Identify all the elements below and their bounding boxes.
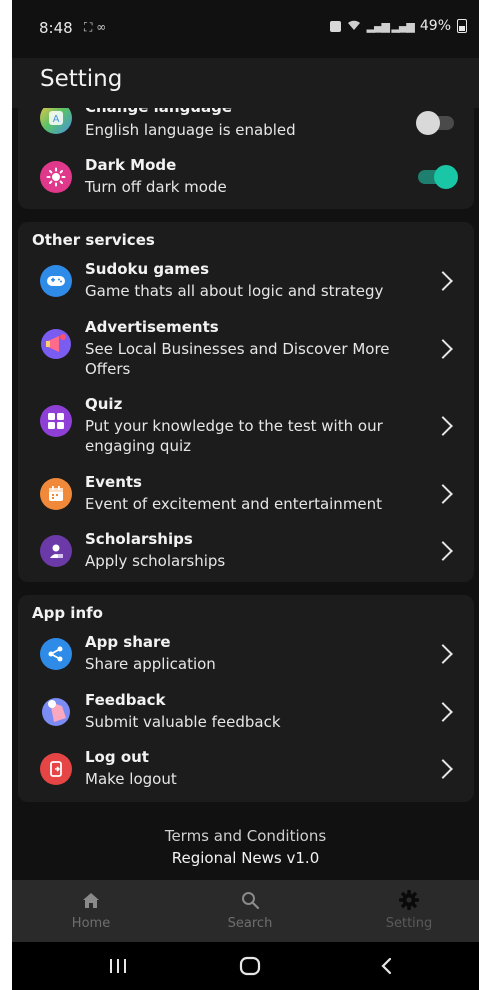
quiz-icon [40,405,72,437]
advertisements-row[interactable]: Advertisements See Local Businesses and … [18,318,474,386]
gamepad-icon [40,265,72,297]
app-version: Regional News v1.0 [171,849,320,867]
home-button[interactable] [238,954,262,978]
app-share-row[interactable]: App share Share application [18,633,474,683]
nav-home[interactable]: Home [41,888,141,931]
other-services-heading: Other services [32,231,155,249]
chevron-right-icon [433,644,453,664]
sun-icon [40,161,72,193]
scholarships-title: Scholarships [85,530,193,548]
feedback-title: Feedback [85,691,166,709]
other-services-card: Other services Sudoku games Game thats a… [18,222,474,582]
notification-icons: ⛶ ∞ [84,20,107,34]
settings-list[interactable]: A Change language English language is en… [12,108,479,880]
sudoku-subtitle: Game thats all about logic and strategy [85,282,384,300]
share-icon [40,638,72,670]
signal-icon: ▂▄▆ ▂▄▆ [366,19,415,33]
language-toggle[interactable] [416,111,454,135]
quiz-subtitle: Put your knowledge to the test with our … [85,417,383,455]
nav-setting[interactable]: Setting [359,888,459,931]
terms-link[interactable]: Terms and Conditions [12,827,479,845]
logout-row[interactable]: Log out Make logout [18,748,474,798]
events-row[interactable]: Events Event of excitement and entertain… [18,473,474,523]
language-icon: A [40,108,72,134]
nav-home-label: Home [71,916,111,931]
battery-percent: 49% [419,18,451,34]
calendar-icon [40,478,72,510]
chevron-right-icon [433,416,453,436]
recent-apps-button[interactable] [106,954,130,978]
dark-mode-toggle[interactable] [418,165,458,189]
chevron-right-icon [433,339,453,359]
nav-setting-label: Setting [385,916,433,931]
chevron-right-icon [433,702,453,722]
scholarships-subtitle: Apply scholarships [85,552,226,570]
quiz-row[interactable]: Quiz Put your knowledge to the test with… [18,395,474,463]
gear-icon [359,888,459,912]
sudoku-row[interactable]: Sudoku games Game thats all about logic … [18,260,474,310]
app-share-subtitle: Share application [85,655,216,673]
app-share-title: App share [85,633,171,651]
preferences-card: A Change language English language is en… [18,108,474,209]
feedback-row[interactable]: Feedback Submit valuable feedback [18,691,474,741]
alarm-icon [329,20,341,32]
advertisements-title: Advertisements [85,318,219,336]
status-right-icons: ▂▄▆ ▂▄▆ 49% [329,18,467,34]
wifi-icon [347,19,361,34]
status-time: 8:48 [39,19,73,37]
chevron-right-icon [433,759,453,779]
advertisements-subtitle: See Local Businesses and Discover More O… [85,340,390,378]
change-language-row[interactable]: A Change language English language is en… [18,108,474,148]
dark-mode-subtitle: Turn off dark mode [85,178,227,196]
feedback-subtitle: Submit valuable feedback [85,713,281,731]
nav-search[interactable]: Search [200,888,300,931]
home-icon [41,888,141,912]
logout-title: Log out [85,748,149,766]
megaphone-icon [40,328,72,360]
chevron-right-icon [433,484,453,504]
app-header: Setting [12,58,479,108]
events-subtitle: Event of excitement and entertainment [85,495,383,513]
chevron-right-icon [433,541,453,561]
search-icon [200,888,300,912]
status-bar: 8:48 ⛶ ∞ ▂▄▆ ▂▄▆ 49% [12,0,479,58]
bottom-navigation: Home Search Setting [12,880,479,942]
chevron-right-icon [433,271,453,291]
change-language-title: Change language [85,108,232,116]
svg-text:A: A [53,114,60,125]
events-title: Events [85,473,142,491]
phone-screen: 8:48 ⛶ ∞ ▂▄▆ ▂▄▆ 49% Setting A Change la… [12,0,479,990]
quiz-title: Quiz [85,395,123,413]
nav-search-label: Search [227,916,273,931]
battery-icon [457,19,467,33]
system-navigation-bar [12,942,479,990]
app-info-card: App info App share Share application Fee… [18,595,474,802]
logout-icon [40,753,72,785]
change-language-subtitle: English language is enabled [85,121,296,139]
logout-subtitle: Make logout [85,770,177,788]
page-title: Setting [40,66,123,92]
dark-mode-title: Dark Mode [85,156,177,174]
sudoku-title: Sudoku games [85,260,209,278]
dark-mode-row[interactable]: Dark Mode Turn off dark mode [18,156,474,206]
scholarship-icon [40,535,72,567]
back-button[interactable] [374,954,398,978]
feedback-icon [40,696,72,728]
app-info-heading: App info [32,604,103,622]
scholarships-row[interactable]: Scholarships Apply scholarships [18,530,474,580]
